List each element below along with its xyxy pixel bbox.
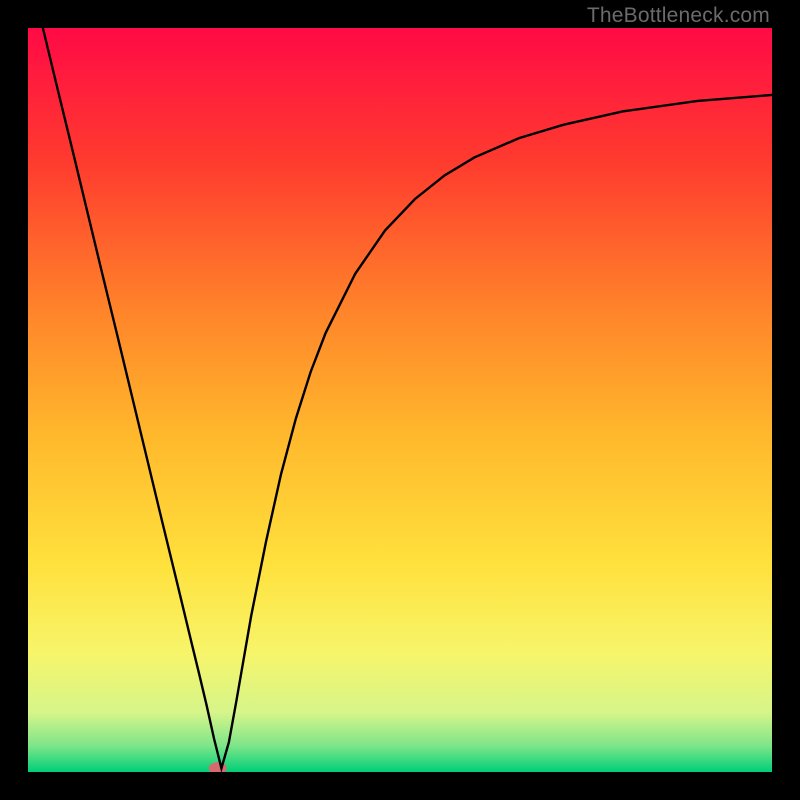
watermark-text: TheBottleneck.com [587,4,770,28]
chart-frame [28,28,772,772]
bottleneck-chart [28,28,772,772]
chart-background [28,28,772,772]
